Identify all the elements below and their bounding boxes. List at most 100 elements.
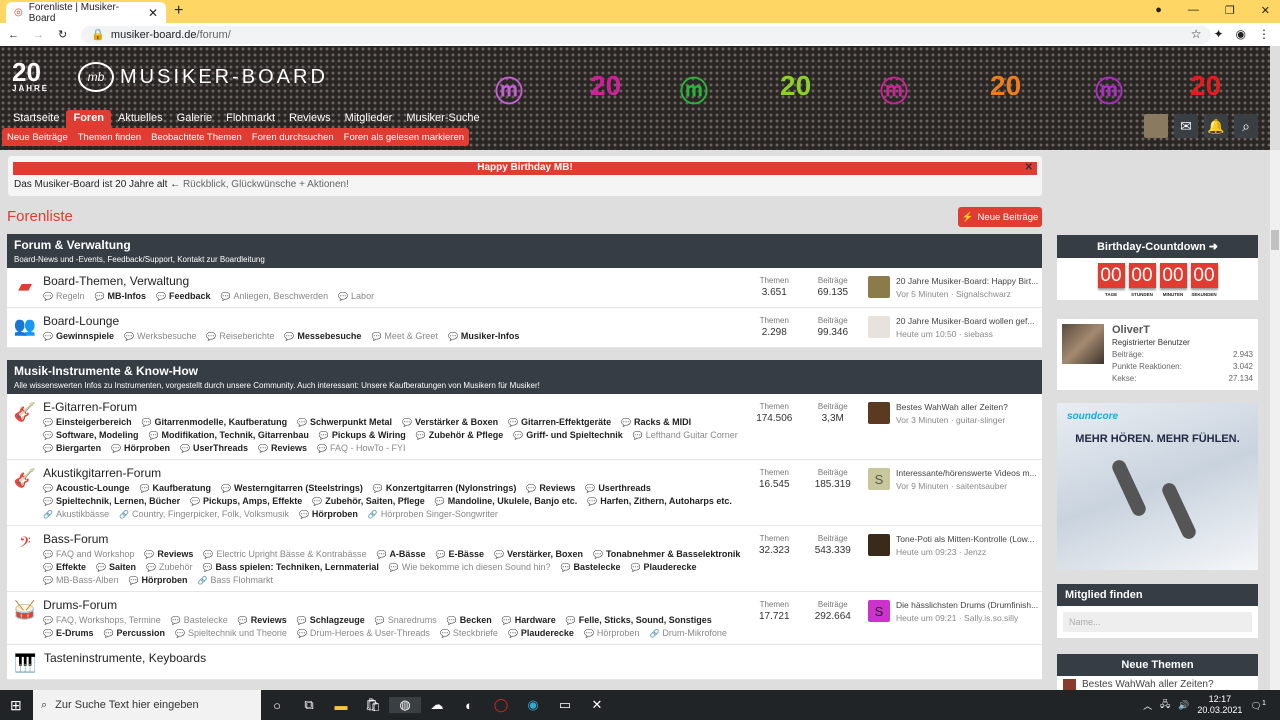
site-logo[interactable]: mb MUSIKER-BOARD bbox=[78, 62, 328, 92]
subforum[interactable]: 💬 Schwerpunkt Metal bbox=[297, 417, 392, 428]
subforum[interactable]: 💬 A-Bässe bbox=[376, 549, 425, 560]
volume-icon[interactable]: 🔊 bbox=[1178, 700, 1189, 711]
subforum[interactable]: 💬 Zubehör, Saiten, Pflege bbox=[312, 496, 425, 507]
reload-icon[interactable]: ↻ bbox=[58, 28, 67, 41]
subforum[interactable]: 💬 Pickups, Amps, Effekte bbox=[190, 496, 302, 507]
subforum[interactable]: 💬 Plauderecke bbox=[508, 628, 574, 639]
subforum[interactable]: 💬 Bastelecke bbox=[560, 562, 620, 573]
subforum[interactable]: 💬 Musiker-Infos bbox=[448, 331, 519, 342]
nav-galerie[interactable]: Galerie bbox=[170, 110, 219, 128]
subforum[interactable]: 💬 UserThreads bbox=[180, 443, 248, 454]
last-post-title[interactable]: 20 Jahre Musiker-Board wollen gef... bbox=[896, 316, 1042, 326]
close-tab-icon[interactable]: ✕ bbox=[148, 6, 158, 20]
category-title[interactable]: Musik-Instrumente & Know-How bbox=[14, 364, 1035, 378]
subforum[interactable]: 💬 Konzertgitarren (Nylonstrings) bbox=[373, 483, 516, 494]
user-name[interactable]: OliverT bbox=[1112, 324, 1253, 336]
subforum[interactable]: 💬 Wie bekomme ich diesen Sound hin? bbox=[389, 562, 551, 573]
subforum[interactable]: 💬 Reviews bbox=[526, 483, 575, 494]
last-poster-avatar[interactable] bbox=[868, 316, 891, 338]
subforum[interactable]: 💬 Tonabnehmer & Basselektronik bbox=[593, 549, 740, 560]
subforum-link[interactable]: 🔗 Country, Fingerpicker, Folk, Volksmusik bbox=[119, 509, 289, 520]
subforum[interactable]: 💬 Zubehör bbox=[146, 562, 193, 573]
nav-musiker-suche[interactable]: Musiker-Suche bbox=[399, 110, 486, 128]
menu-icon[interactable]: ⋮ bbox=[1258, 27, 1270, 41]
last-post-title[interactable]: Bestes WahWah aller Zeiten? bbox=[896, 402, 1042, 412]
scrollbar-thumb[interactable] bbox=[1271, 230, 1279, 250]
subforum[interactable]: 💬 MB-Bass-Alben bbox=[43, 575, 119, 586]
back-icon[interactable]: ← bbox=[8, 29, 19, 41]
nav-flohmarkt[interactable]: Flohmarkt bbox=[219, 110, 282, 128]
subforum[interactable]: 💬 Verstärker & Boxen bbox=[402, 417, 498, 428]
subforum[interactable]: 💬 Plauderecke bbox=[631, 562, 697, 573]
cortana-icon[interactable]: ○ bbox=[261, 698, 293, 713]
last-poster-avatar[interactable]: S bbox=[868, 600, 891, 622]
subforum[interactable]: 💬 Userthreads bbox=[585, 483, 651, 494]
user-avatar-button[interactable] bbox=[1144, 114, 1168, 138]
subforum[interactable]: 💬 Hardware bbox=[502, 615, 556, 626]
subforum-link[interactable]: 🔗 Akustikbässe bbox=[43, 509, 109, 520]
category-title[interactable]: Forum & Verwaltung bbox=[14, 238, 1035, 252]
last-poster-avatar[interactable] bbox=[868, 276, 891, 298]
subforum[interactable]: 💬 Meet & Greet bbox=[371, 331, 438, 342]
subforum[interactable]: 💬 Bastelecke bbox=[171, 615, 228, 626]
taskbar-search[interactable]: ⌕ Zur Suche Text hier eingeben bbox=[33, 690, 261, 720]
subnav-search-forums[interactable]: Foren durchsuchen bbox=[247, 132, 339, 143]
nav-startseite[interactable]: Startseite bbox=[6, 110, 66, 128]
subforum[interactable]: 💬 Bass spielen: Techniken, Lernmaterial bbox=[203, 562, 379, 573]
edge-icon[interactable]: ◉ bbox=[517, 697, 549, 713]
url-input[interactable]: 🔒 musiker-board.de/forum/ bbox=[81, 25, 1212, 44]
windows-start-icon[interactable]: ⊞ bbox=[10, 697, 22, 714]
subforum-link[interactable]: 🔗 Hörproben Singer-Songwriter bbox=[368, 509, 498, 520]
subforum[interactable]: 💬 Verstärker, Boxen bbox=[494, 549, 583, 560]
profile-icon[interactable]: ● bbox=[1155, 4, 1162, 17]
nav-aktuelles[interactable]: Aktuelles bbox=[111, 110, 170, 128]
node-title[interactable]: Bass-Forum bbox=[43, 532, 745, 546]
countdown-title[interactable]: Birthday-Countdown ➜ bbox=[1057, 235, 1258, 258]
node-title[interactable]: Board-Lounge bbox=[43, 314, 745, 328]
nav-mitglieder[interactable]: Mitglieder bbox=[338, 110, 400, 128]
extensions-icon[interactable]: ✦ bbox=[1213, 27, 1223, 41]
subforum[interactable]: 💬 Percussion bbox=[104, 628, 166, 639]
node-title[interactable]: Board-Themen, Verwaltung bbox=[43, 274, 745, 288]
category-header[interactable]: Forum & Verwaltung Board-News und -Events… bbox=[7, 234, 1042, 268]
subforum[interactable]: 💬 Regeln bbox=[43, 291, 85, 302]
last-post-title[interactable]: Interessante/hörenswerte Videos m... bbox=[896, 468, 1042, 478]
last-post-title[interactable]: Die hässlichsten Drums (Drumfinish... bbox=[896, 600, 1042, 610]
scrollbar[interactable] bbox=[1270, 150, 1280, 690]
subforum[interactable]: 💬 Gitarrenmodelle, Kaufberatung bbox=[142, 417, 288, 428]
last-post-title[interactable]: Tone-Poti als Mitten-Kontrolle (Low... bbox=[896, 534, 1042, 544]
task-view-icon[interactable]: ⧉ bbox=[293, 697, 325, 713]
node-title[interactable]: Akustikgitarren-Forum bbox=[43, 466, 745, 480]
notice-link[interactable]: Rückblick, Glückwünsche + Aktionen! bbox=[183, 179, 349, 190]
browser-tab[interactable]: ◎ Forenliste | Musiker-Board ✕ bbox=[6, 2, 166, 24]
subforum[interactable]: 💬 Hörproben bbox=[299, 509, 358, 520]
maximize-icon[interactable]: ❐ bbox=[1225, 4, 1235, 17]
subforum[interactable]: 💬 Harfen, Zithern, Autoharps etc. bbox=[587, 496, 732, 507]
subforum[interactable]: 💬 Biergarten bbox=[43, 443, 101, 454]
advertisement[interactable]: soundcore MEHR HÖREN. MEHR FÜHLEN. bbox=[1057, 403, 1258, 570]
store-icon[interactable]: 🛍 bbox=[357, 697, 389, 713]
subnav-mark-read[interactable]: Foren als gelesen markieren bbox=[339, 132, 469, 143]
node-title[interactable]: E-Gitarren-Forum bbox=[43, 400, 745, 414]
subforum[interactable]: 💬 FAQ and Workshop bbox=[43, 549, 134, 560]
steam-icon[interactable]: ◐ bbox=[453, 698, 485, 713]
app-icon[interactable]: ✕ bbox=[581, 697, 613, 713]
subforum[interactable]: 💬 Zubehör & Pflege bbox=[416, 430, 503, 441]
close-window-icon[interactable]: ✕ bbox=[1261, 4, 1270, 17]
subforum[interactable]: 💬 Labor bbox=[338, 291, 374, 302]
new-posts-button[interactable]: ⚡ Neue Beiträge bbox=[958, 207, 1042, 227]
subforum[interactable]: 💬 Acoustic-Lounge bbox=[43, 483, 129, 494]
subforum[interactable]: 💬 Gewinnspiele bbox=[43, 331, 114, 342]
subnav-watched-threads[interactable]: Beobachtete Themen bbox=[146, 132, 247, 143]
subforum[interactable]: 💬 Snaredrums bbox=[375, 615, 437, 626]
node-title[interactable]: Drums-Forum bbox=[43, 598, 745, 612]
subforum[interactable]: 💬 Drum-Heroes & User-Threads bbox=[297, 628, 430, 639]
nav-foren[interactable]: Foren bbox=[66, 110, 112, 128]
subforum[interactable]: 💬 Modifikation, Technik, Gitarrenbau bbox=[149, 430, 309, 441]
subforum[interactable]: 💬 FAQ, Workshops, Termine bbox=[43, 615, 161, 626]
subnav-new-posts[interactable]: Neue Beiträge bbox=[2, 132, 73, 143]
forward-icon[interactable]: → bbox=[33, 29, 44, 41]
subforum[interactable]: 💬 Felle, Sticks, Sound, Sonstiges bbox=[566, 615, 712, 626]
subforum[interactable]: 💬 Gitarren-Effektgeräte bbox=[508, 417, 611, 428]
opera-icon[interactable]: ◯ bbox=[485, 697, 517, 713]
